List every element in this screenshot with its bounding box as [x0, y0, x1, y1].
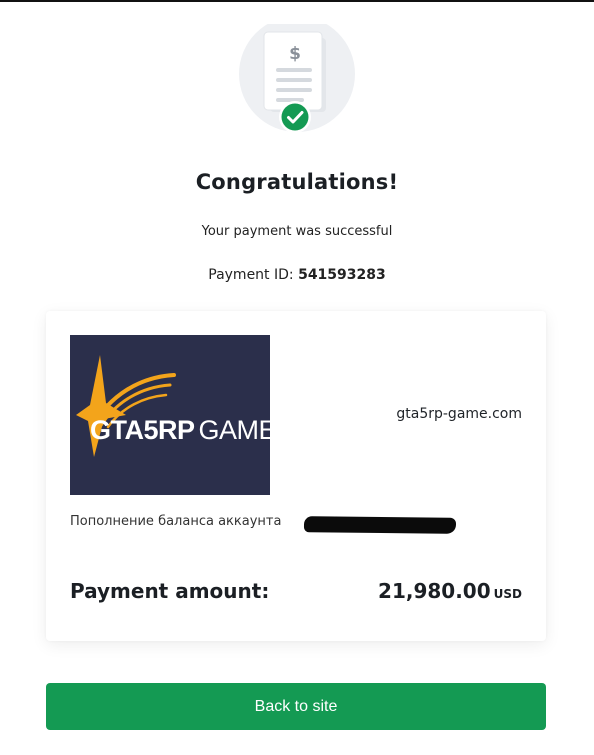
merchant-logo: GTA5RP GAME	[70, 335, 270, 495]
page-title: Congratulations!	[195, 170, 399, 194]
merchant-site: gta5rp-game.com	[396, 406, 522, 422]
logo-text-strong: GTA5RP	[90, 415, 195, 445]
logo-text-light: GAME	[198, 415, 270, 445]
success-illustration: $	[0, 0, 594, 140]
redaction-mark	[303, 516, 457, 534]
order-description: Пополнение баланса аккаунта	[70, 514, 282, 529]
payment-id-label: Payment ID:	[208, 267, 294, 283]
payment-id-value: 541593283	[298, 267, 386, 283]
check-circle-icon	[279, 101, 311, 133]
dollar-sign-icon: $	[289, 44, 301, 64]
payment-amount-label: Payment amount:	[70, 579, 270, 603]
payment-id: Payment ID: 541593283	[0, 267, 594, 283]
order-summary-card: GTA5RP GAME gta5rp-game.com Пополнение ба…	[46, 311, 546, 641]
status-message: Your payment was successful	[201, 224, 393, 239]
merchant-logo-text: GTA5RP GAME	[90, 415, 270, 446]
payment-amount-value: 21,980.00	[378, 579, 491, 603]
receipt-icon: $	[239, 24, 355, 133]
back-to-site-button[interactable]: Back to site	[46, 683, 546, 730]
payment-currency: USD	[493, 587, 522, 601]
payment-amount: 21,980.00 USD	[378, 579, 522, 603]
